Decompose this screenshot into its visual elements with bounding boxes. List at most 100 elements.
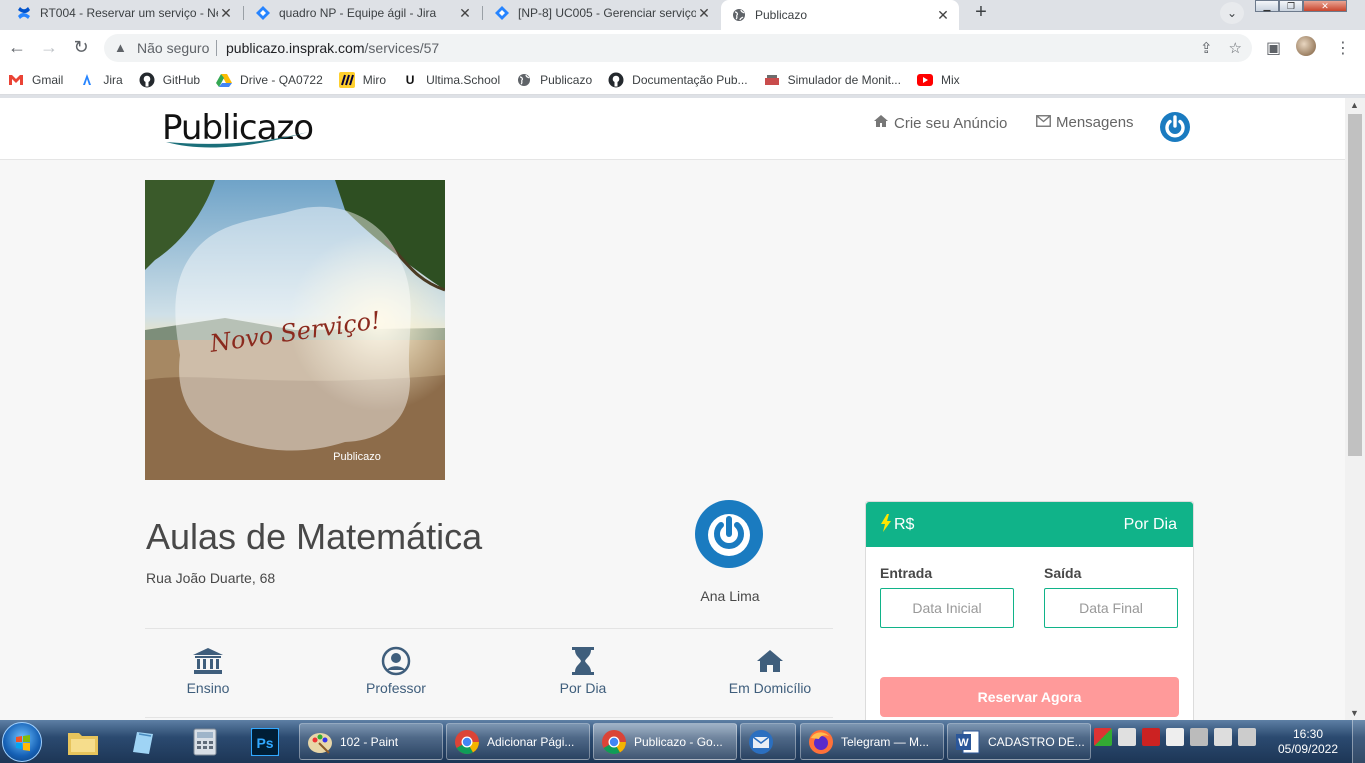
- booking-card: R$ Por Dia Entrada Saída Data Inicial Da…: [865, 501, 1194, 720]
- feature-label: Ensino: [186, 680, 230, 696]
- image-watermark: Publicazo: [333, 451, 381, 463]
- taskbar-chrome-1[interactable]: Adicionar Pági...: [446, 723, 590, 760]
- checkin-date-input[interactable]: Data Inicial: [880, 588, 1014, 628]
- taskbar-word[interactable]: W CADASTRO DE...: [947, 723, 1091, 760]
- side-panel-icon[interactable]: ▣: [1266, 38, 1281, 58]
- bookmark-simulator[interactable]: Simulador de Monit...: [764, 72, 901, 88]
- feature-category: Ensino: [138, 646, 278, 696]
- drive-icon: [216, 72, 233, 88]
- url-text[interactable]: publicazo.insprak.com/services/57: [226, 40, 439, 56]
- back-button[interactable]: ←: [6, 36, 28, 58]
- warning-icon[interactable]: ▲: [114, 40, 127, 55]
- bookmark-label: GitHub: [162, 72, 201, 87]
- show-desktop-button[interactable]: [1352, 720, 1365, 763]
- explorer-pin[interactable]: [62, 724, 104, 760]
- taskbar-chrome-2[interactable]: Publicazo - Go...: [593, 723, 737, 760]
- taskbar-label: Publicazo - Go...: [634, 734, 723, 749]
- bookmark-label: Mix: [940, 72, 960, 87]
- user-power-icon[interactable]: [1159, 111, 1191, 143]
- bookmark-star-icon[interactable]: ☆: [1229, 39, 1242, 57]
- feature-label: Professor: [366, 680, 426, 696]
- reload-button[interactable]: ↻: [70, 36, 92, 58]
- bookmark-docs[interactable]: Documentação Pub...: [608, 72, 748, 88]
- clock-date: 05/09/2022: [1277, 742, 1339, 756]
- bookmark-github[interactable]: GitHub: [139, 72, 200, 88]
- photoshop-pin[interactable]: Ps: [244, 724, 286, 760]
- simulator-icon: [764, 72, 780, 88]
- close-tab-icon[interactable]: ✕: [218, 5, 234, 21]
- home-icon: [873, 114, 889, 132]
- calculator-pin[interactable]: [184, 724, 226, 760]
- scroll-thumb[interactable]: [1348, 114, 1362, 456]
- restore-button[interactable]: ❐: [1279, 0, 1303, 12]
- security-label[interactable]: Não seguro: [137, 40, 209, 56]
- scroll-up-arrow-icon[interactable]: ▲: [1350, 100, 1359, 110]
- share-icon[interactable]: ⇪: [1200, 39, 1213, 57]
- forward-button[interactable]: →: [38, 36, 60, 58]
- owner-avatar[interactable]: [694, 499, 764, 569]
- bookmark-ultima[interactable]: U Ultima.School: [402, 72, 500, 88]
- jira-icon: [494, 5, 510, 21]
- close-tab-icon[interactable]: ✕: [935, 7, 951, 23]
- tab-title: RT004 - Reservar um serviço - Ne: [40, 5, 218, 20]
- bookmark-label: Jira: [103, 72, 123, 87]
- photoshop-icon: Ps: [251, 728, 279, 756]
- bookmark-publicazo[interactable]: Publicazo: [516, 72, 592, 88]
- page-scrollbar[interactable]: ▲ ▼: [1345, 98, 1365, 720]
- bookmark-label: Drive - QA0722: [240, 72, 323, 87]
- paint-icon: [306, 728, 334, 756]
- tab-title: [NP-8] UC005 - Gerenciar serviço: [518, 5, 696, 20]
- booking-header: R$ Por Dia: [866, 502, 1193, 547]
- tray-adobe-icon[interactable]: [1142, 728, 1160, 746]
- bookmark-miro[interactable]: Miro: [338, 71, 386, 88]
- calculator-icon: [193, 728, 217, 756]
- notes-pin[interactable]: [124, 724, 166, 760]
- bookmark-gmail[interactable]: Gmail: [8, 72, 63, 88]
- tray-usb-icon[interactable]: [1190, 728, 1208, 746]
- jira-icon: [255, 5, 271, 21]
- tab-publicazo[interactable]: Publicazo ✕: [721, 0, 959, 30]
- system-clock[interactable]: 16:30 05/09/2022: [1270, 727, 1346, 757]
- tray-network-icon[interactable]: [1214, 728, 1232, 746]
- notepad-icon: [133, 732, 153, 754]
- bookmark-mix[interactable]: Mix: [916, 72, 960, 88]
- close-window-button[interactable]: ✕: [1303, 0, 1347, 12]
- tray-flag-icon[interactable]: [1166, 728, 1184, 746]
- tray-app-icon[interactable]: [1094, 728, 1112, 746]
- bookmark-drive[interactable]: Drive - QA0722: [216, 72, 323, 88]
- close-tab-icon[interactable]: ✕: [696, 5, 712, 21]
- minimize-button[interactable]: ▁: [1255, 0, 1279, 12]
- profile-avatar[interactable]: [1296, 36, 1316, 56]
- tab-jira-board[interactable]: quadro NP - Equipe ágil - Jira ✕: [245, 0, 481, 25]
- new-tab-button[interactable]: +: [968, 2, 994, 24]
- tab-confluence[interactable]: RT004 - Reservar um serviço - Ne ✕: [6, 0, 242, 25]
- book-now-button[interactable]: Reservar Agora: [880, 677, 1179, 717]
- windows-logo-icon: [16, 735, 30, 751]
- tab-separator: [243, 6, 244, 20]
- tab-search-button[interactable]: ⌄: [1220, 2, 1244, 24]
- scroll-down-arrow-icon[interactable]: ▼: [1350, 708, 1359, 718]
- address-bar[interactable]: ▲ Não seguro publicazo.insprak.com/servi…: [104, 34, 1252, 62]
- tray-drive-icon[interactable]: [1118, 728, 1136, 746]
- feature-label: Por Dia: [559, 680, 607, 696]
- start-button[interactable]: [2, 722, 42, 762]
- nav-create-ad[interactable]: Crie seu Anúncio: [873, 114, 1007, 132]
- close-tab-icon[interactable]: ✕: [457, 5, 473, 21]
- taskbar-thunderbird[interactable]: [740, 723, 796, 760]
- nav-messages-label: Mensagens: [1056, 114, 1134, 131]
- logo-swoosh-icon: [166, 132, 308, 148]
- tray-volume-icon[interactable]: [1238, 728, 1256, 746]
- checkout-date-input[interactable]: Data Final: [1044, 588, 1178, 628]
- nav-messages[interactable]: Mensagens: [1036, 114, 1134, 131]
- taskbar-paint[interactable]: 102 - Paint: [299, 723, 443, 760]
- taskbar-firefox[interactable]: Telegram — M...: [800, 723, 944, 760]
- taskbar-label: CADASTRO DE...: [988, 734, 1085, 749]
- github-icon: [139, 72, 155, 88]
- bank-icon: [138, 646, 278, 676]
- tab-jira-issue[interactable]: [NP-8] UC005 - Gerenciar serviço ✕: [484, 0, 720, 25]
- menu-kebab-icon[interactable]: ⋮: [1335, 38, 1351, 58]
- bookmark-jira[interactable]: Jira: [79, 72, 123, 88]
- feature-label: Em Domicílio: [728, 680, 812, 696]
- owner-name[interactable]: Ana Lima: [660, 588, 800, 604]
- windows-taskbar: Ps 102 - Paint Adicionar Pági... Publica…: [0, 720, 1365, 763]
